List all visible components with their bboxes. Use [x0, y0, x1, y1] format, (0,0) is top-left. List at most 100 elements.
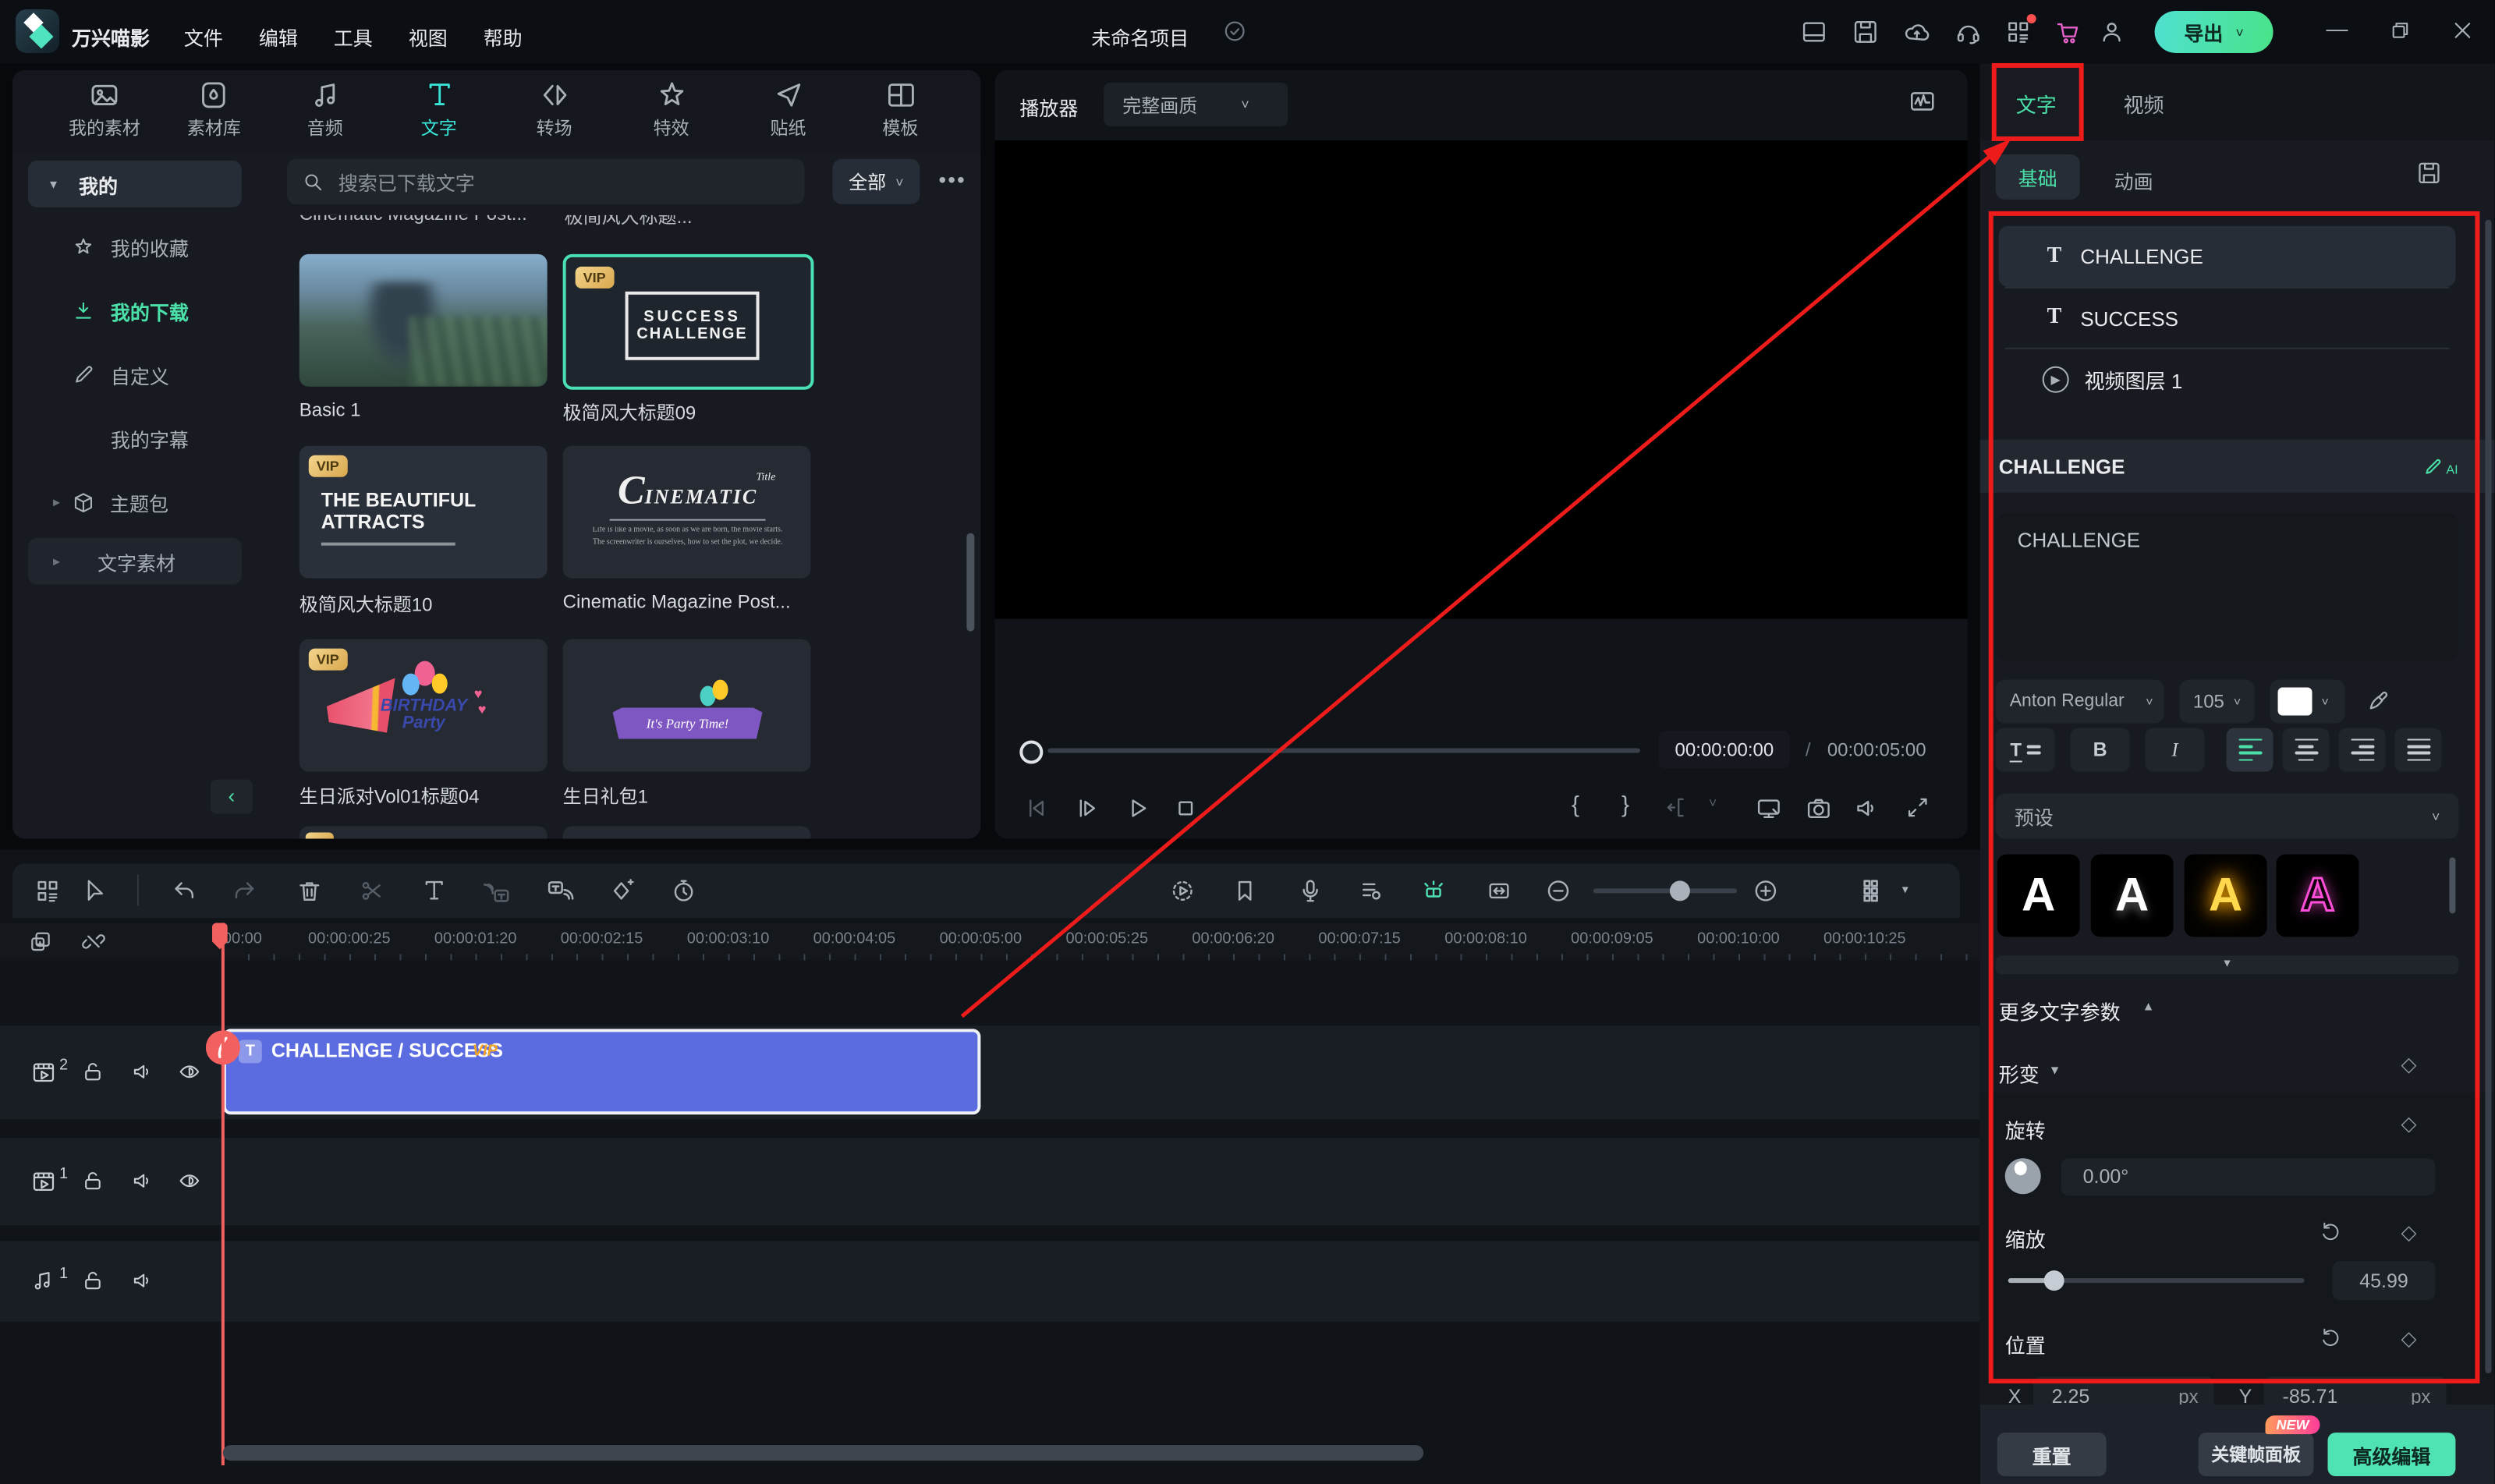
mark-out-icon[interactable]: }	[1621, 792, 1629, 818]
timeline-hscrollbar[interactable]	[223, 1445, 1423, 1461]
speaker-icon[interactable]	[131, 1060, 154, 1083]
rotate-value-field[interactable]: 0.00°	[2061, 1158, 2436, 1195]
presets-scrollbar[interactable]	[2449, 857, 2455, 913]
fit-timeline-icon[interactable]	[1486, 877, 1512, 904]
export-button[interactable]: 导出 ˅	[2155, 11, 2273, 53]
layer-row-challenge[interactable]: T CHALLENGE	[1999, 226, 2456, 287]
tab-audio[interactable]: 音频	[307, 80, 343, 140]
collapse-up-icon[interactable]: ▲	[2142, 999, 2155, 1013]
minimize-button[interactable]: —	[2327, 16, 2348, 41]
align-center-button[interactable]	[2283, 728, 2330, 772]
tab-library[interactable]: 素材库	[187, 80, 241, 140]
asset-scrollbar[interactable]	[966, 533, 974, 632]
lock-icon[interactable]	[81, 1169, 105, 1192]
duplicate-add-icon[interactable]	[28, 929, 53, 954]
store-cart-icon[interactable]	[2055, 19, 2082, 45]
keyframe-grid-icon[interactable]	[34, 877, 61, 904]
menu-help[interactable]: 帮助	[484, 22, 523, 51]
close-button[interactable]	[2451, 19, 2474, 42]
presets-header[interactable]: 预设 ˅	[1996, 793, 2459, 838]
speaker-icon[interactable]	[131, 1269, 154, 1292]
current-time-box[interactable]: 00:00:00:00	[1659, 731, 1790, 769]
more-options-button[interactable]: •••	[938, 167, 966, 192]
ai-edit-pencil-icon[interactable]	[2422, 454, 2446, 477]
position-keyframe-icon[interactable]: ◇	[2401, 1326, 2416, 1351]
tab-effects[interactable]: 特效	[654, 80, 689, 140]
zoom-out-icon[interactable]	[1545, 877, 1572, 904]
second-display-icon[interactable]	[1756, 795, 1782, 821]
position-reset-icon[interactable]	[2320, 1326, 2342, 1348]
reset-button[interactable]: 重置	[1997, 1433, 2107, 1476]
fullscreen-icon[interactable]	[1905, 795, 1930, 820]
zoom-in-icon[interactable]	[1753, 877, 1779, 904]
timeline-zoom-track[interactable]	[1593, 888, 1737, 893]
play-icon[interactable]	[1124, 795, 1150, 821]
asset-thumb-cinematic[interactable]: CINEMATIC Title Life is like a movie, as…	[563, 446, 811, 579]
scale-reset-icon[interactable]	[2320, 1220, 2342, 1242]
track-manager-caret-icon[interactable]: ▾	[1902, 882, 1908, 896]
speed-timer-icon[interactable]	[671, 877, 697, 904]
asset-thumb-partial-right[interactable]	[563, 826, 811, 838]
justify-button[interactable]	[2394, 728, 2441, 772]
scale-value-field[interactable]: 45.99	[2333, 1261, 2436, 1300]
audio-mixer-icon[interactable]	[1358, 877, 1384, 904]
save-preset-icon[interactable]	[2416, 161, 2441, 186]
speaker-icon[interactable]	[131, 1169, 154, 1192]
tab-transition[interactable]: 转场	[537, 80, 572, 140]
text-to-speech-icon[interactable]	[546, 877, 574, 905]
asset-thumb-party-pack[interactable]: It's Party Time!	[563, 639, 811, 772]
save-project-icon[interactable]	[1852, 19, 1879, 45]
timeline-zoom-handle[interactable]	[1670, 880, 1690, 901]
text-style-button[interactable]: T	[1996, 728, 2055, 772]
snapshot-camera-icon[interactable]	[1806, 795, 1832, 821]
playhead-line[interactable]	[222, 923, 225, 1465]
align-left-button[interactable]	[2227, 728, 2273, 772]
asset-thumb-minimal09[interactable]: VIP SUCCESS CHALLENGE	[563, 254, 814, 390]
in-out-range-icon[interactable]	[1665, 795, 1690, 820]
layout-panel-icon[interactable]	[1801, 19, 1827, 45]
video-viewport[interactable]	[994, 140, 1967, 619]
project-title[interactable]: 未命名项目	[1091, 22, 1189, 51]
add-text-icon[interactable]	[421, 877, 448, 904]
rotate-keyframe-icon[interactable]: ◇	[2401, 1111, 2416, 1136]
more-text-params[interactable]: 更多文字参数	[1999, 996, 2121, 1025]
sidebar-item-text-assets[interactable]: ▸ 文字素材	[28, 538, 242, 585]
speech-to-text-icon[interactable]	[484, 877, 512, 905]
select-cursor-icon[interactable]	[81, 877, 108, 904]
chevron-down-icon[interactable]: ˅	[1709, 795, 1717, 810]
scopes-icon[interactable]	[1908, 87, 1937, 115]
tab-stickers[interactable]: 贴纸	[771, 80, 806, 140]
seek-track[interactable]	[1047, 749, 1640, 753]
quality-dropdown[interactable]: 完整画质 ˅	[1104, 83, 1288, 126]
preset-tile-pink-neon[interactable]: A	[2277, 854, 2359, 937]
transform-keyframe-icon[interactable]: ◇	[2401, 1052, 2416, 1077]
italic-button[interactable]: I	[2146, 728, 2205, 772]
scale-slider-handle[interactable]	[2044, 1270, 2064, 1291]
keyframe-panel-button[interactable]: 关键帧面板	[2199, 1433, 2314, 1476]
bold-button[interactable]: B	[2071, 728, 2130, 772]
add-marker-icon[interactable]	[1232, 877, 1258, 904]
stop-icon[interactable]	[1172, 795, 1199, 821]
sidebar-collapse-button[interactable]: ‹	[211, 780, 253, 814]
cloud-upload-icon[interactable]	[1904, 19, 1930, 45]
asset-thumb-partial-left[interactable]	[299, 826, 548, 838]
split-scissors-icon[interactable]	[359, 877, 385, 904]
render-preview-icon[interactable]	[1169, 877, 1196, 904]
transform-caret-icon[interactable]: ▼	[2049, 1063, 2061, 1077]
auto-ripple-icon[interactable]	[1420, 877, 1447, 904]
restore-button[interactable]	[2388, 19, 2412, 42]
timeline-ruler[interactable]: 00:00 00:00:00:25 00:00:01:20 00:00:02:1…	[0, 923, 1980, 960]
align-right-button[interactable]	[2339, 728, 2386, 772]
sidebar-item-themes[interactable]: ▸ 主题包	[28, 485, 246, 519]
preset-tile-yellow-glow[interactable]: A	[2185, 854, 2267, 937]
preset-tile-shadow[interactable]: A	[2091, 854, 2174, 937]
rotate-knob[interactable]	[2005, 1158, 2041, 1194]
font-family-dropdown[interactable]: Anton Regular ˅	[1996, 680, 2164, 724]
menu-edit[interactable]: 编辑	[259, 22, 298, 51]
sidebar-item-subtitles[interactable]: 我的字幕	[28, 421, 246, 455]
layer-row-success[interactable]: T SUCCESS	[1999, 289, 2456, 348]
transform-label[interactable]: 形变	[1999, 1058, 2040, 1088]
previous-frame-icon[interactable]	[1022, 795, 1049, 821]
voiceover-mic-icon[interactable]	[1297, 877, 1324, 904]
inspector-scrollbar[interactable]	[2485, 220, 2491, 1373]
